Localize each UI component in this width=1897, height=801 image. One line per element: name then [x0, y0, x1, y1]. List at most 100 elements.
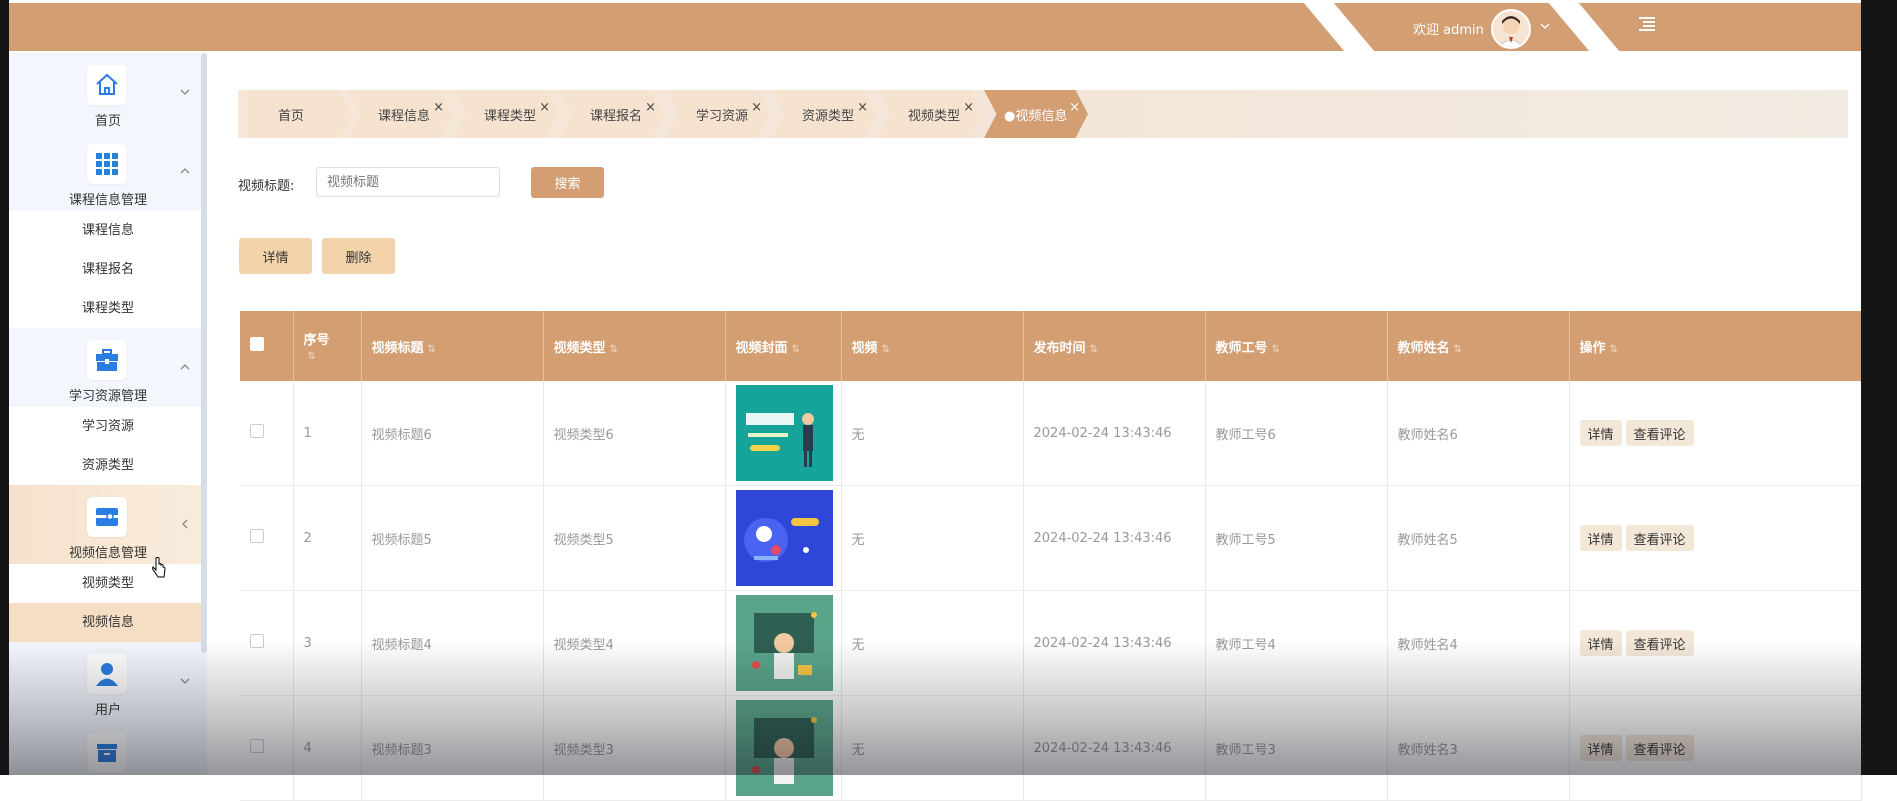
sidebar-item-learning-resource[interactable]: 学习资源 [9, 407, 207, 446]
tab-label: 学习资源 [696, 109, 749, 124]
cell-title: 视频标题3 [361, 695, 544, 801]
row-detail-button[interactable]: 详情 [1579, 630, 1622, 656]
video-cover-image[interactable] [735, 385, 833, 481]
cell-video: 无 [841, 695, 1024, 801]
detail-button[interactable]: 详情 [239, 238, 312, 274]
sidebar-item-video-type[interactable]: 视频类型 [9, 564, 207, 603]
sort-icon[interactable]: ⇅ [1610, 344, 1618, 355]
row-checkbox[interactable] [250, 424, 264, 438]
tab-resource-type[interactable]: 资源类型 × [772, 90, 876, 138]
column-header[interactable]: 教师姓名 ⇅ [1387, 311, 1570, 381]
close-icon[interactable]: × [433, 100, 444, 115]
close-icon[interactable]: × [539, 100, 550, 115]
cell-video: 无 [841, 485, 1024, 591]
table-row[interactable]: 4 视频标题3 视频类型3 无 2024-02-24 13:43:46 教师工号… [240, 695, 1862, 801]
tab-video-info[interactable]: ●视频信息 × [984, 90, 1088, 138]
cell-teacher-no: 教师工号5 [1205, 485, 1388, 591]
column-header[interactable]: 视频标题 ⇅ [361, 311, 544, 381]
sidebar-menu-video: 视频信息管理 视频类型 视频信息 [9, 485, 207, 642]
delete-button[interactable]: 删除 [322, 238, 395, 274]
sidebar-item-home[interactable]: 首页 [9, 53, 207, 132]
row-comments-button[interactable]: 查看评论 [1625, 735, 1694, 761]
search-input[interactable] [316, 167, 500, 197]
briefcase-icon [87, 340, 127, 380]
video-cover-image[interactable] [735, 490, 833, 586]
user-avatar-icon[interactable] [1491, 9, 1531, 49]
cell-teacher-no: 教师工号6 [1205, 381, 1388, 486]
close-icon[interactable]: × [1069, 100, 1080, 115]
chevron-down-icon[interactable] [1539, 20, 1551, 32]
close-icon[interactable]: × [751, 100, 762, 115]
cell-type: 视频类型6 [543, 381, 726, 486]
sidebar-item-label: 学习资源管理 [68, 389, 147, 404]
cell-teacher-name: 教师姓名5 [1387, 485, 1570, 591]
tab-course-enroll[interactable]: 课程报名 × [560, 90, 664, 138]
sidebar-item-course-management[interactable]: 课程信息管理 [9, 132, 207, 211]
sort-icon[interactable]: ⇅ [610, 344, 618, 355]
sort-icon[interactable]: ⇅ [882, 344, 890, 355]
column-header[interactable]: 序号 ⇅ [293, 311, 362, 381]
close-icon[interactable]: × [645, 100, 656, 115]
cell-cover [725, 590, 842, 696]
video-table: 序号 ⇅ 视频标题 ⇅ 视频类型 ⇅ 视频封面 ⇅ 视频 ⇅ 发布时间 ⇅ 教师工号 ⇅ 教师… [240, 311, 1862, 801]
video-cover-image[interactable] [735, 595, 833, 691]
menu-toggle-icon[interactable] [1638, 16, 1656, 32]
column-header[interactable]: 发布时间 ⇅ [1023, 311, 1206, 381]
row-comments-button[interactable]: 查看评论 [1625, 420, 1694, 446]
sidebar-item-course-info[interactable]: 课程信息 [9, 211, 207, 250]
cell-video: 无 [841, 381, 1024, 486]
tab-home[interactable]: 首页 [248, 90, 352, 138]
table-row[interactable]: 2 视频标题5 视频类型5 无 2024-02-24 13:43:46 教师工号… [240, 485, 1862, 591]
sidebar-scrollbar[interactable] [201, 53, 207, 653]
top-header: 欢迎 admin [9, 3, 1861, 51]
tab-course-info[interactable]: 课程信息 × [348, 90, 452, 138]
cell-teacher-name: 教师姓名3 [1387, 695, 1570, 801]
close-icon[interactable]: × [963, 100, 974, 115]
close-icon[interactable]: × [857, 100, 868, 115]
sidebar-item-video-management[interactable]: 视频信息管理 [9, 485, 207, 564]
cell-actions: 详情 查看评论 [1569, 695, 1862, 801]
sidebar-item-video-info[interactable]: 视频信息 [9, 603, 207, 642]
video-cover-image[interactable] [735, 700, 833, 796]
table-row[interactable]: 3 视频标题4 视频类型4 无 2024-02-24 13:43:46 教师工号… [240, 590, 1862, 696]
sidebar-item-resource-type[interactable]: 资源类型 [9, 446, 207, 485]
tab-course-type[interactable]: 课程类型 × [454, 90, 558, 138]
sort-icon[interactable]: ⇅ [1090, 344, 1098, 355]
row-detail-button[interactable]: 详情 [1579, 420, 1622, 446]
sidebar-item-user[interactable]: 用户 [9, 642, 207, 721]
row-detail-button[interactable]: 详情 [1579, 525, 1622, 551]
cell-actions: 详情 查看评论 [1569, 485, 1862, 591]
row-detail-button[interactable]: 详情 [1579, 735, 1622, 761]
sidebar-item-course-type[interactable]: 课程类型 [9, 289, 207, 328]
row-checkbox[interactable] [250, 739, 264, 753]
select-all-checkbox[interactable] [250, 337, 264, 351]
row-comments-button[interactable]: 查看评论 [1625, 525, 1694, 551]
column-header[interactable]: 视频 ⇅ [841, 311, 1024, 381]
chevron-down-icon [180, 89, 190, 95]
header-stripe [1303, 3, 1375, 51]
row-checkbox[interactable] [250, 634, 264, 648]
sidebar-item-label: 课程信息管理 [68, 193, 147, 208]
sort-icon[interactable]: ⇅ [1272, 344, 1280, 355]
column-header[interactable]: 视频类型 ⇅ [543, 311, 726, 381]
sort-icon[interactable]: ⇅ [792, 344, 800, 355]
sort-icon[interactable]: ⇅ [1454, 344, 1462, 355]
sidebar-item-resource-management[interactable]: 学习资源管理 [9, 328, 207, 407]
tab-learning-resource[interactable]: 学习资源 × [666, 90, 770, 138]
cell-teacher-no: 教师工号4 [1205, 590, 1388, 696]
sort-icon[interactable]: ⇅ [428, 344, 436, 355]
cell-type: 视频类型4 [543, 590, 726, 696]
sort-icon[interactable]: ⇅ [308, 351, 316, 362]
sidebar-item-course-enroll[interactable]: 课程报名 [9, 250, 207, 289]
table-row[interactable]: 1 视频标题6 视频类型6 无 2024-02-24 13:43:46 教师工号… [240, 381, 1862, 486]
column-header[interactable]: 教师工号 ⇅ [1205, 311, 1388, 381]
column-header[interactable]: 操作 ⇅ [1569, 311, 1862, 381]
row-checkbox[interactable] [250, 529, 264, 543]
tab-video-type[interactable]: 视频类型 × [878, 90, 982, 138]
sidebar-item-more[interactable] [9, 721, 207, 775]
sidebar-item-label: 用户 [94, 703, 121, 718]
row-comments-button[interactable]: 查看评论 [1625, 630, 1694, 656]
sidebar-menu-home: 首页 [9, 53, 207, 132]
column-header[interactable]: 视频封面 ⇅ [725, 311, 842, 381]
search-button[interactable]: 搜索 [531, 167, 604, 198]
